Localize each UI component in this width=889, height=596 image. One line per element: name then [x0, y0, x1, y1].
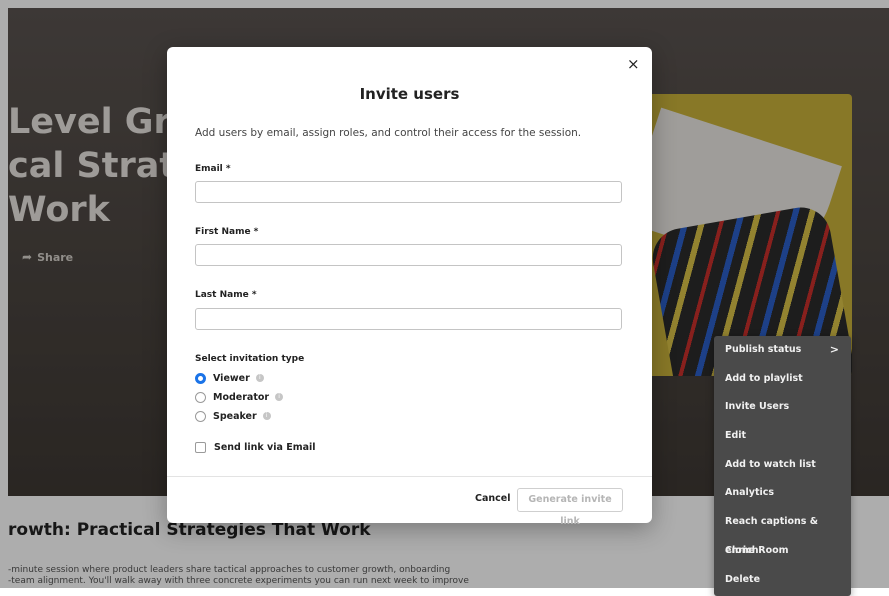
radio-option-viewer[interactable]: Viewer i [195, 371, 264, 385]
invite-users-dialog: × Invite users Add users by email, assig… [167, 47, 652, 527]
send-email-option[interactable]: Send link via Email [195, 440, 316, 454]
menu-item-delete[interactable]: Delete [714, 566, 851, 595]
radio-option-moderator[interactable]: Moderator i [195, 390, 284, 404]
send-email-label: Send link via Email [214, 441, 316, 453]
info-icon[interactable]: i [262, 412, 271, 420]
radio-label-speaker: Speaker [213, 410, 257, 422]
radio-label-viewer: Viewer [213, 372, 250, 384]
menu-item-invite-users[interactable]: Invite Users [714, 393, 851, 422]
first-name-label: First Name * [195, 227, 259, 237]
dialog-title: Invite users [359, 85, 460, 103]
menu-item-add-to-watch-list[interactable]: Add to watch list [714, 451, 851, 480]
invitation-type-label: Select invitation type [195, 354, 305, 364]
menu-item-publish-status[interactable]: Publish status > [714, 336, 851, 365]
radio-viewer[interactable] [195, 372, 206, 384]
info-icon[interactable]: i [255, 374, 264, 382]
dialog-subtitle: Add users by email, assign roles, and co… [195, 127, 582, 139]
last-name-field[interactable] [195, 308, 622, 330]
menu-item-analytics[interactable]: Analytics [714, 479, 851, 508]
menu-item-add-to-playlist[interactable]: Add to playlist [714, 365, 851, 394]
chevron-right-icon: > [829, 343, 839, 356]
menu-item-edit[interactable]: Edit [714, 422, 851, 451]
footer-divider [167, 476, 652, 477]
radio-moderator[interactable] [195, 391, 206, 403]
menu-item-reach-captions[interactable]: Reach captions & enrich [714, 508, 851, 556]
email-label: Email * [195, 164, 231, 174]
first-name-field[interactable] [195, 244, 622, 266]
cancel-button[interactable]: Cancel [475, 493, 510, 504]
email-field[interactable] [195, 181, 622, 203]
send-email-checkbox[interactable] [195, 441, 206, 453]
menu-item-clone-room[interactable]: Clone Room [714, 537, 851, 566]
last-name-label: Last Name * [195, 290, 257, 300]
menu-item-label: Publish status [725, 344, 802, 355]
context-menu: Publish status > Add to playlist Invite … [714, 336, 851, 596]
radio-option-speaker[interactable]: Speaker i [195, 409, 271, 423]
radio-speaker[interactable] [195, 410, 206, 422]
radio-label-moderator: Moderator [213, 391, 270, 403]
generate-invite-link-button[interactable]: Generate invite link [517, 488, 623, 527]
info-icon[interactable]: i [275, 393, 284, 401]
close-icon[interactable]: × [627, 55, 640, 73]
